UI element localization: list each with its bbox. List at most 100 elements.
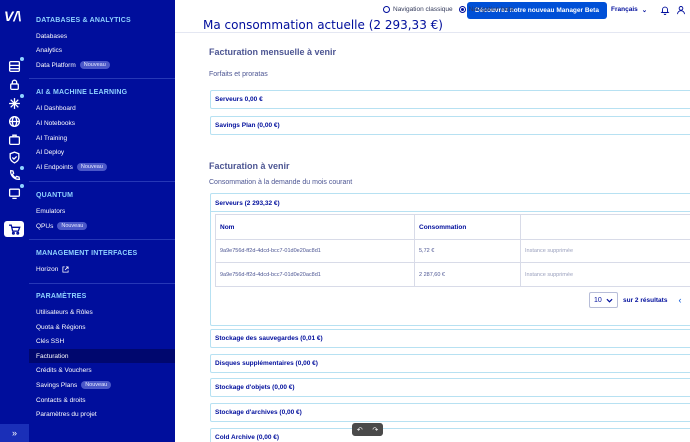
column-header-consumption[interactable]: Consommation (415, 215, 521, 239)
consumption-table: Nom Consommation 9a9e756d-ff2d-4dcd-bcc7… (215, 214, 690, 287)
phone-icon[interactable] (6, 166, 24, 183)
instance-id: 9a9e756d-ff2d-4dcd-bcc7-01d0e20ac8d1 (216, 263, 415, 286)
language-selector[interactable]: Français ⌄ (611, 6, 647, 14)
table-row: 9a9e756d-ff2d-4dcd-bcc7-01d0e20ac8d1 5,7… (216, 240, 690, 263)
lock-icon[interactable] (6, 76, 22, 92)
sidebar-item-label: AI Deploy (36, 148, 65, 156)
sidebar-item-analytics[interactable]: Analytics (29, 43, 175, 57)
sidebar-item-label: Databases (36, 32, 68, 40)
sidebar-item-utilisateurs[interactable]: Utilisateurs & Rôles (29, 305, 175, 319)
ovh-logo[interactable]: V/\ (4, 8, 25, 24)
icon-rail: V/\ » (0, 0, 29, 442)
column-header-status (521, 215, 690, 239)
sidebar-item-label: QPUs (36, 222, 54, 230)
undo-icon[interactable]: ↶ (357, 426, 363, 434)
divider (29, 181, 175, 182)
sidebar-item-ai-deploy[interactable]: AI Deploy (29, 145, 175, 159)
sidebar-item-savings-plans[interactable]: Savings Plans Nouveau (29, 378, 175, 392)
radio-circle (383, 6, 390, 13)
top-header: Ma consommation actuelle (2 293,33 €) Na… (175, 0, 690, 33)
instance-status: Instance supprimée (525, 248, 573, 254)
sidebar-item-label: Contacts & droits (36, 396, 86, 404)
sidebar-item-ai-training[interactable]: AI Training (29, 131, 175, 145)
network-icon[interactable] (6, 94, 24, 111)
archive-storage-panel[interactable]: Stockage d'archives (0,00 €) (210, 403, 690, 422)
monthly-billing-subtitle: Forfaits et proratas (209, 71, 268, 78)
nav-classic-radio[interactable]: Navigation classique (383, 6, 453, 13)
sidebar-item-credits[interactable]: Crédits & Vouchers (29, 363, 175, 377)
sidebar-item-label: AI Endpoints (36, 163, 73, 171)
backup-storage-panel[interactable]: Stockage des sauvegardes (0,01 €) (210, 329, 690, 348)
chevron-down-icon (606, 298, 613, 303)
external-link-icon (62, 265, 69, 273)
page-size-select[interactable]: 10 (589, 292, 618, 308)
sidebar-item-label: Clés SSH (36, 337, 65, 345)
radio-circle-selected (458, 6, 466, 13)
sidebar-item-horizon[interactable]: Horizon (29, 262, 175, 276)
nav-beta-radio[interactable]: Navigation beta (458, 6, 514, 13)
briefcase-icon[interactable] (6, 131, 22, 147)
monitor-icon[interactable] (6, 184, 24, 201)
sidebar-item-emulators[interactable]: Emulators (29, 204, 175, 218)
user-icon[interactable] (675, 4, 687, 16)
globe-icon[interactable] (6, 113, 22, 129)
notification-dot (20, 166, 24, 170)
sidebar-item-label: Quota & Régions (36, 323, 86, 331)
section-title-ai: AI & MACHINE LEARNING (36, 89, 128, 96)
shield-icon[interactable] (6, 149, 22, 165)
floating-toolbar: ↶ ↷ (352, 423, 383, 436)
sidebar-item-label: Data Platform (36, 61, 76, 69)
sidebar-item-label: AI Training (36, 134, 68, 142)
consumption-value: 5,72 € (415, 240, 521, 262)
sidebar-item-label: Utilisateurs & Rôles (36, 308, 93, 316)
sidebar-item-databases[interactable]: Databases (29, 29, 175, 43)
table-row: 9a9e756d-ff2d-4dcd-bcc7-01d0e20ac8d1 2 2… (216, 263, 690, 286)
new-badge: Nouveau (76, 163, 107, 171)
sidebar-item-ai-dashboard[interactable]: AI Dashboard (29, 101, 175, 115)
cold-archive-panel[interactable]: Cold Archive (0,00 €) (210, 428, 690, 442)
section-title-databases: DATABASES & ANALYTICS (36, 17, 131, 24)
pagination: 10 sur 2 résultats ‹ (589, 292, 690, 308)
savings-plan-panel[interactable]: Savings Plan (0,00 €) (210, 116, 690, 135)
table-header-row: Nom Consommation (216, 215, 690, 240)
sidebar-item-ai-endpoints[interactable]: AI Endpoints Nouveau (29, 160, 175, 174)
sidebar-item-parametres-projet[interactable]: Paramètres du projet (29, 407, 175, 421)
page-size-value: 10 (594, 296, 602, 304)
cart-icon[interactable] (4, 221, 24, 237)
divider (29, 78, 175, 79)
column-header-name[interactable]: Nom (216, 215, 415, 239)
servers-hourly-panel: Serveurs (2 293,32 €) Nom Consommation 9… (210, 193, 690, 326)
redo-icon[interactable]: ↷ (372, 426, 378, 434)
sidebar-item-data-platform[interactable]: Data Platform Nouveau (29, 58, 175, 72)
sidebar-item-facturation[interactable]: Facturation (29, 349, 175, 363)
sidebar-item-contacts[interactable]: Contacts & droits (29, 393, 175, 407)
sidebar-item-qpus[interactable]: QPUs Nouveau (29, 219, 175, 233)
sidebar-item-label: Analytics (36, 46, 63, 54)
additional-disks-panel[interactable]: Disques supplémentaires (0,00 €) (210, 354, 690, 373)
page-title: Ma consommation actuelle (2 293,33 €) (203, 18, 443, 32)
database-icon[interactable] (6, 57, 24, 74)
monthly-billing-title: Facturation mensuelle à venir (209, 47, 337, 57)
servers-panel-title[interactable]: Serveurs (2 293,32 €) (215, 200, 280, 207)
notification-dot (20, 184, 24, 188)
upcoming-billing-title: Facturation à venir (209, 161, 290, 171)
sidebar-item-label: AI Notebooks (36, 119, 76, 127)
section-title-parametres: PARAMÈTRES (36, 293, 87, 300)
results-summary: sur 2 résultats (623, 296, 668, 304)
new-badge: Nouveau (81, 381, 112, 389)
servers-monthly-panel[interactable]: Serveurs 0,00 € (210, 90, 690, 109)
sidebar-item-quota[interactable]: Quota & Régions (29, 320, 175, 334)
object-storage-panel[interactable]: Stockage d'objets (0,00 €) (210, 378, 690, 397)
expand-sidebar-button[interactable]: » (0, 424, 29, 442)
sidebar-item-label: Facturation (36, 352, 69, 360)
previous-page-button[interactable]: ‹ (678, 295, 681, 305)
sidebar-item-ai-notebooks[interactable]: AI Notebooks (29, 116, 175, 130)
divider (211, 211, 690, 212)
sidebar-item-label: Savings Plans (36, 381, 78, 389)
divider (29, 239, 175, 240)
sidebar-item-cles-ssh[interactable]: Clés SSH (29, 334, 175, 348)
instance-status: Instance supprimée (525, 271, 573, 278)
notifications-icon[interactable] (659, 4, 671, 16)
new-badge: Nouveau (57, 222, 88, 230)
consumption-value: 2 287,60 € (415, 263, 521, 286)
